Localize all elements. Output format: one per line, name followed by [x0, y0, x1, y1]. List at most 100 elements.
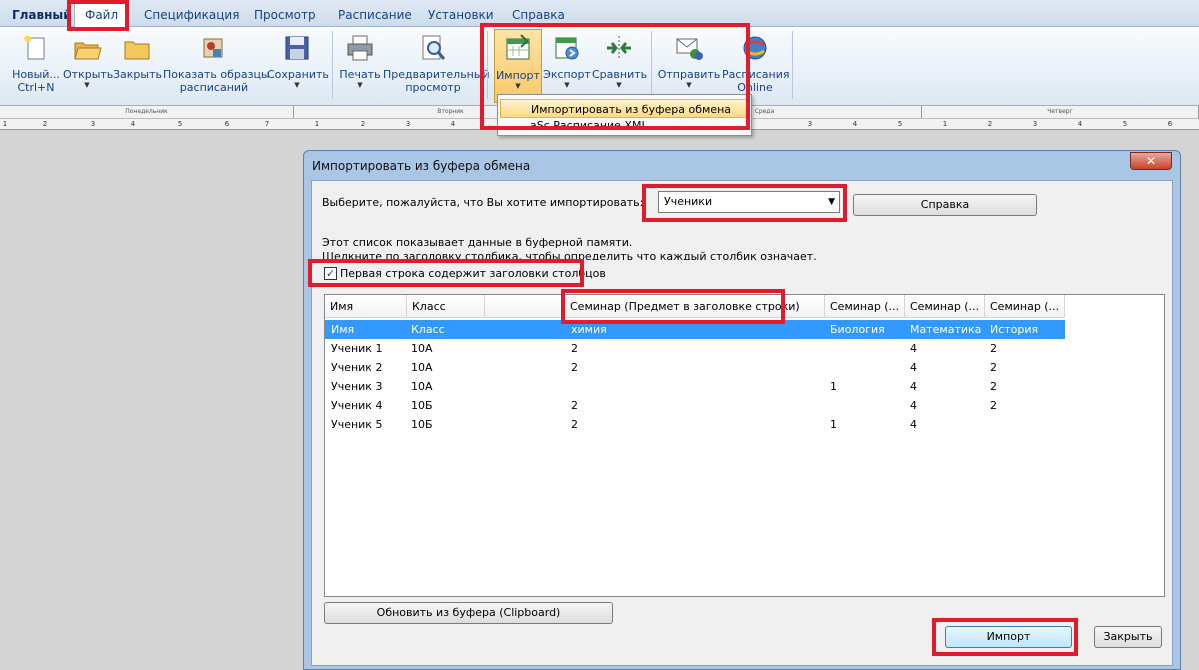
- table-row[interactable]: Ученик 1 10А 2 4 2: [325, 339, 1065, 358]
- dialog-cancel-button[interactable]: Закрыть: [1094, 626, 1162, 648]
- first-row-headers-label[interactable]: Первая строка содержит заголовки столбцо…: [340, 267, 606, 280]
- period-number: 1: [2, 120, 8, 128]
- table-cell: 10А: [411, 361, 433, 374]
- chevron-down-icon: ▼: [686, 81, 692, 89]
- table-cell: История: [990, 323, 1039, 336]
- tab-file[interactable]: Файл: [74, 3, 130, 27]
- table-cell: 10Б: [411, 418, 433, 431]
- print-button[interactable]: Печать ▼: [338, 29, 382, 103]
- table-cell: [827, 358, 830, 377]
- dialog-close-button[interactable]: ✕: [1130, 152, 1172, 170]
- import-type-select[interactable]: Ученики ▼: [658, 191, 840, 213]
- ribbon-separator: [792, 31, 793, 99]
- table-cell: Ученик 2: [331, 361, 383, 374]
- tab-schedule[interactable]: Расписание: [338, 6, 412, 24]
- table-cell: [827, 396, 830, 415]
- period-number: 6: [224, 120, 230, 128]
- table-cell: 2: [571, 418, 578, 431]
- day-header[interactable]: Четверг: [922, 106, 1199, 118]
- table-cell: [987, 415, 990, 434]
- menu-item-import-xml[interactable]: aSc Расписание XML: [500, 120, 749, 134]
- new-document-icon: [21, 33, 51, 63]
- column-header[interactable]: Семинар (...: [985, 295, 1065, 318]
- tab-help[interactable]: Справка: [512, 6, 565, 24]
- show-samples-button[interactable]: Показать образцы расписаний: [163, 29, 270, 103]
- import-submit-button[interactable]: Импорт: [945, 626, 1072, 648]
- info-line-1: Этот список показывает данные в буферной…: [322, 236, 633, 249]
- tab-view[interactable]: Просмотр: [254, 6, 316, 24]
- tab-settings[interactable]: Установки: [428, 6, 494, 24]
- compare-button[interactable]: Сравнить ▼: [592, 29, 647, 103]
- period-number: 4: [1077, 120, 1083, 128]
- period-number: 1: [942, 120, 948, 128]
- close-file-button[interactable]: Закрыть: [113, 29, 162, 103]
- table-cell: Математика: [910, 323, 982, 336]
- column-header[interactable]: [485, 295, 565, 318]
- tab-specification[interactable]: Спецификация: [144, 6, 239, 24]
- table-cell: 2: [571, 361, 578, 374]
- floppy-disk-icon: [282, 33, 312, 63]
- period-number: 2: [360, 120, 366, 128]
- dialog-title: Импортировать из буфера обмена: [312, 159, 531, 173]
- table-cell: 2: [571, 399, 578, 412]
- table-cell: химия: [571, 323, 607, 336]
- period-number: 1: [314, 120, 320, 128]
- new-button[interactable]: Новый... Ctrl+N: [10, 29, 62, 103]
- chevron-down-icon: ▼: [84, 81, 90, 89]
- import-button[interactable]: Импорт ▼: [494, 29, 542, 103]
- first-row-headers-checkbox[interactable]: ✓: [324, 267, 337, 280]
- chevron-down-icon: ▼: [616, 81, 622, 89]
- magnifier-page-icon: [418, 33, 448, 63]
- import-table-icon: [503, 34, 533, 64]
- table-cell: Класс: [411, 323, 445, 336]
- period-number: 5: [897, 120, 903, 128]
- globe-icon: [740, 33, 770, 63]
- period-number: 7: [264, 120, 270, 128]
- table-cell: 4: [910, 342, 917, 355]
- table-cell: [827, 339, 830, 358]
- table-cell: 10А: [411, 380, 433, 393]
- table-row[interactable]: Ученик 4 10Б 2 4 2: [325, 396, 1065, 415]
- table-cell: Ученик 1: [331, 342, 383, 355]
- chevron-down-icon: ▼: [294, 81, 300, 89]
- period-number: 4: [130, 120, 136, 128]
- online-schedules-button[interactable]: Расписания Online: [722, 29, 790, 103]
- import-dropdown-menu: Импортировать из буфера обмена aSc Распи…: [497, 94, 752, 136]
- chevron-down-icon: ▼: [828, 197, 835, 207]
- table-cell: Ученик 5: [331, 418, 383, 431]
- period-number: 4: [450, 120, 456, 128]
- period-number: 3: [1032, 120, 1038, 128]
- column-header[interactable]: Семинар (...: [825, 295, 905, 318]
- menu-item-import-clipboard[interactable]: Импортировать из буфера обмена: [500, 99, 749, 118]
- period-number: 3: [90, 120, 96, 128]
- open-folder-icon: [72, 33, 102, 63]
- import-clipboard-dialog: Импортировать из буфера обмена ✕ Выберит…: [303, 150, 1181, 670]
- column-header[interactable]: Имя: [325, 295, 407, 318]
- ribbon-separator: [487, 31, 488, 99]
- open-button[interactable]: Открыть ▼: [63, 29, 113, 103]
- tab-home[interactable]: Главный: [12, 6, 72, 24]
- table-cell: 1: [830, 380, 837, 393]
- table-row[interactable]: Ученик 3 10А 1 4 2: [325, 377, 1065, 396]
- period-number: 6: [1167, 120, 1173, 128]
- column-header[interactable]: Семинар (...: [905, 295, 985, 318]
- folder-icon: [122, 33, 152, 63]
- table-row[interactable]: Ученик 5 10Б 2 1 4: [325, 415, 1065, 434]
- table-cell: 2: [990, 342, 997, 355]
- export-button[interactable]: Экспорт ▼: [543, 29, 591, 103]
- save-button[interactable]: Сохранить ▼: [267, 29, 329, 103]
- help-button[interactable]: Справка: [853, 194, 1037, 216]
- printer-icon: [345, 33, 375, 63]
- samples-icon: [199, 33, 229, 63]
- table-row[interactable]: Ученик 2 10А 2 4 2: [325, 358, 1065, 377]
- day-header[interactable]: Понедельник: [0, 106, 294, 118]
- print-preview-button[interactable]: Предварительный просмотр: [383, 29, 490, 103]
- table-row[interactable]: Имя Класс химия Биология Математика Исто…: [325, 320, 1065, 339]
- checkmark-icon: ✓: [325, 267, 336, 280]
- send-button[interactable]: Отправить ▼: [657, 29, 721, 103]
- table-cell: Ученик 3: [331, 380, 383, 393]
- refresh-from-clipboard-button[interactable]: Обновить из буфера (Clipboard): [324, 602, 613, 624]
- column-header[interactable]: Класс: [407, 295, 485, 318]
- column-header[interactable]: Семинар (Предмет в заголовке строки): [565, 295, 825, 318]
- table-cell: 1: [830, 418, 837, 431]
